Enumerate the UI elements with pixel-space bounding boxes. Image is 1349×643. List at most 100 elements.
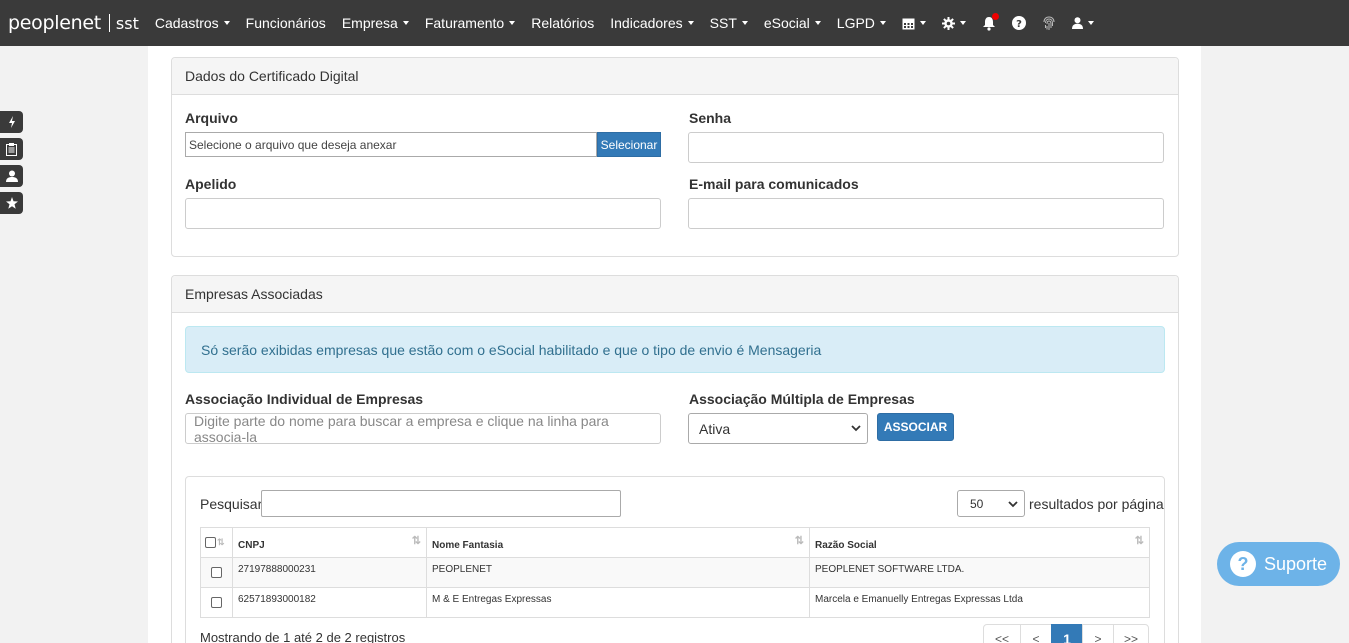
nav-settings[interactable] [934, 0, 974, 46]
brand-logo[interactable]: peoplenet sst [0, 0, 139, 46]
nav-help[interactable]: ? [1004, 0, 1034, 46]
email-label: E-mail para comunicados [689, 176, 859, 192]
nav-lgpd[interactable]: LGPD [829, 0, 894, 46]
caret-down-icon [223, 21, 230, 25]
nav-notifications[interactable] [974, 0, 1004, 46]
pagination: << < 1 > >> [983, 624, 1149, 643]
support-button[interactable]: ? Suporte [1217, 542, 1340, 586]
column-razao-social[interactable]: Razão Social ⇅ [809, 527, 1150, 558]
apelido-input[interactable] [185, 198, 661, 229]
brand-separator [108, 14, 110, 32]
page-length-select[interactable]: 50 [957, 490, 1025, 517]
column-nome-fantasia-label: Nome Fantasia [432, 540, 504, 551]
side-button-bolt[interactable] [0, 111, 23, 133]
caret-down-icon [741, 21, 748, 25]
row-checkbox[interactable] [211, 566, 222, 578]
nav-empresa[interactable]: Empresa [334, 0, 417, 46]
clipboard-icon [6, 142, 17, 156]
main-content: Dados do Certificado Digital Arquivo Sel… [148, 46, 1201, 643]
nome-fantasia-cell: M & E Entregas Expressas [426, 587, 810, 618]
companies-table: ⇅ CNPJ ⇅ Nome Fantasia ⇅ Razão Social ⇅ 271… [200, 527, 1150, 618]
senha-label: Senha [689, 110, 732, 126]
nav-esocial-label: eSocial [763, 15, 810, 31]
star-icon [5, 197, 18, 209]
page-prev-button[interactable]: < [1020, 624, 1052, 643]
caret-down-icon [959, 21, 966, 25]
nav-calendar[interactable] [894, 0, 934, 46]
side-button-clipboard[interactable] [0, 138, 23, 160]
associated-companies-heading: Empresas Associadas [172, 276, 1178, 313]
caret-down-icon [919, 21, 926, 25]
caret-down-icon [687, 21, 694, 25]
column-nome-fantasia[interactable]: Nome Fantasia ⇅ [426, 527, 810, 558]
senha-input[interactable] [688, 132, 1164, 163]
company-search-input[interactable]: Digite parte do nome para buscar a empre… [185, 413, 661, 445]
help-icon: ? [1011, 16, 1026, 30]
caret-down-icon [879, 21, 886, 25]
email-input[interactable] [688, 198, 1164, 229]
side-quick-buttons [0, 111, 23, 219]
page-next-button[interactable]: > [1082, 624, 1114, 643]
gear-icon [941, 16, 955, 30]
main-nav: Cadastros Funcionários Empresa Faturamen… [147, 0, 1102, 46]
sort-icon: ⇅ [794, 535, 804, 547]
row-checkbox[interactable] [211, 596, 222, 608]
nome-fantasia-cell: PEOPLENET [426, 557, 810, 588]
nav-esocial[interactable]: eSocial [756, 0, 829, 46]
nav-funcionarios[interactable]: Funcionários [238, 0, 334, 46]
table-header-row: ⇅ CNPJ ⇅ Nome Fantasia ⇅ Razão Social ⇅ [200, 527, 1150, 558]
nav-relatorios[interactable]: Relatórios [523, 0, 602, 46]
nav-faturamento[interactable]: Faturamento [417, 0, 523, 46]
row-checkbox-cell [200, 557, 233, 588]
brand-sub-text: sst [115, 13, 139, 33]
column-cnpj[interactable]: CNPJ ⇅ [232, 527, 427, 558]
page-last-button[interactable]: >> [1113, 624, 1149, 643]
calendar-icon [902, 18, 915, 29]
status-select-value: Ativa [699, 420, 731, 437]
column-razao-social-label: Razão Social [815, 540, 877, 551]
brand-main-text: peoplenet [8, 12, 101, 34]
nav-funcionarios-label: Funcionários [245, 15, 326, 31]
row-checkbox-cell [200, 587, 233, 618]
associate-button[interactable]: ASSOCIAR [877, 413, 954, 441]
support-label: Suporte [1264, 553, 1328, 574]
help-circle-icon: ? [1230, 551, 1256, 577]
individual-association-label: Associação Individual de Empresas [185, 391, 424, 407]
column-cnpj-label: CNPJ [238, 540, 265, 551]
nav-cadastros[interactable]: Cadastros [147, 0, 238, 46]
nav-indicadores[interactable]: Indicadores [602, 0, 701, 46]
caret-down-icon [1087, 21, 1094, 25]
fingerprint-icon [1043, 15, 1055, 30]
nav-cadastros-label: Cadastros [154, 15, 219, 31]
table-search-label: Pesquisar [200, 496, 263, 512]
nav-user[interactable] [1064, 0, 1102, 46]
side-button-star[interactable] [0, 192, 23, 214]
table-row[interactable]: 62571893000182 M & E Entregas Expressas … [200, 587, 1150, 618]
sort-icon: ⇅ [1134, 535, 1144, 547]
sort-icon: ⇅ [217, 537, 225, 548]
notification-badge [991, 13, 999, 20]
bolt-icon [8, 116, 15, 128]
table-info: Mostrando de 1 até 2 de 2 registros [200, 630, 406, 643]
table-search-input[interactable] [261, 490, 621, 517]
nav-sst[interactable]: SST [702, 0, 756, 46]
user-icon [1071, 17, 1083, 29]
select-file-button[interactable]: Selecionar [597, 132, 661, 157]
page-1-button[interactable]: 1 [1051, 624, 1083, 643]
chevron-down-icon [1008, 501, 1018, 508]
companies-table-wrapper: Pesquisar 50 resultados por página ⇅ CNP… [185, 476, 1165, 643]
page-first-button[interactable]: << [983, 624, 1021, 643]
select-all-checkbox[interactable] [205, 536, 216, 548]
razao-social-cell: Marcela e Emanuelly Entregas Expressas L… [809, 587, 1150, 618]
nav-relatorios-label: Relatórios [531, 15, 595, 31]
razao-social-cell: PEOPLENET SOFTWARE LTDA. [809, 557, 1150, 588]
file-path-input[interactable]: Selecione o arquivo que deseja anexar [185, 132, 597, 157]
nav-lgpd-label: LGPD [836, 15, 875, 31]
svg-text:?: ? [1016, 19, 1022, 30]
cnpj-cell: 27197888000231 [232, 557, 427, 588]
side-button-person[interactable] [0, 165, 23, 187]
table-row[interactable]: 27197888000231 PEOPLENET PEOPLENET SOFTW… [200, 557, 1150, 588]
caret-down-icon [814, 21, 821, 25]
nav-fingerprint[interactable] [1034, 0, 1064, 46]
status-select[interactable]: Ativa [688, 413, 868, 444]
